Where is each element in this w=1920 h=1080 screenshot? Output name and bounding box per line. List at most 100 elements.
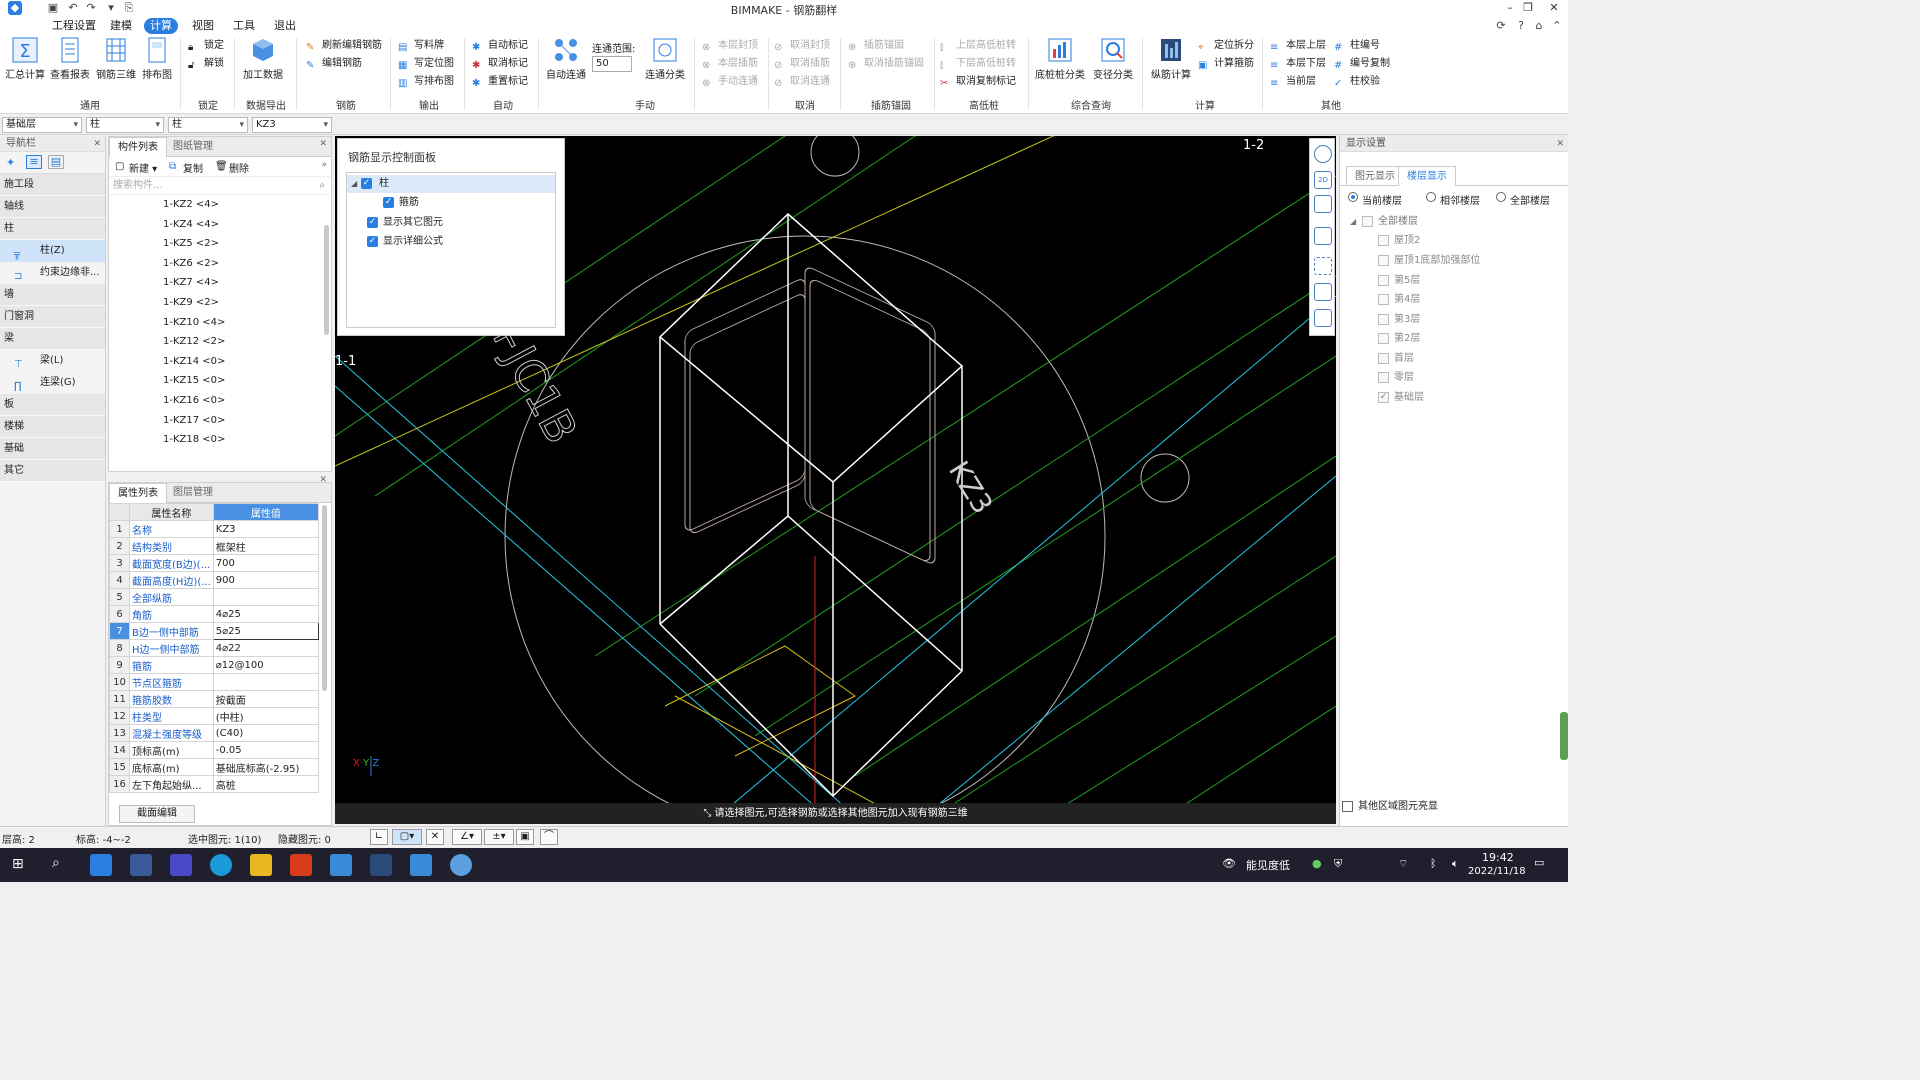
list-item[interactable]: 1-KZ9 <2> xyxy=(109,293,331,313)
menu-tools[interactable]: 工具 xyxy=(227,18,261,34)
nav-cat-other[interactable]: 其它 xyxy=(0,460,105,482)
list-item[interactable]: 1-KZ4 <4> xyxy=(109,215,331,235)
list-item[interactable]: 1-KZ14 <0> xyxy=(109,352,331,372)
nav-cat-column[interactable]: 柱 xyxy=(0,218,105,240)
tree-item-show-other[interactable]: ✓ 显示其它图元 xyxy=(365,214,443,232)
floor-item[interactable]: 首层 xyxy=(1378,353,1414,367)
tab-property-list[interactable]: 属性列表 xyxy=(109,483,167,503)
eye-icon[interactable]: 👁︎ xyxy=(1222,857,1236,870)
component-select[interactable]: KZ3 xyxy=(252,117,332,133)
upper-pile-button[interactable]: ⫾ 上层高低桩转 xyxy=(940,38,1016,54)
nav-cat-wall[interactable]: 墙 xyxy=(0,284,105,306)
table-row[interactable]: 11 箍筋胶数 按截面 xyxy=(109,690,320,708)
cancel-copy-mark-button[interactable]: ✂ 取消复制标记 xyxy=(940,74,1016,90)
expand-icon[interactable]: ◢ xyxy=(351,175,357,193)
checkbox-icon[interactable] xyxy=(1378,333,1389,344)
select-box-icon[interactable]: ▢▾ xyxy=(392,829,422,845)
layout-drawing-button[interactable]: 排布图 xyxy=(140,36,174,84)
reset-mark-button[interactable]: ✱ 重置标记 xyxy=(472,74,528,90)
orbit-icon[interactable] xyxy=(1314,145,1332,163)
nav-cat-slab[interactable]: 板 xyxy=(0,394,105,416)
calc-stirrup-button[interactable]: ▣ 计算箍筋 xyxy=(1198,56,1254,72)
tab-element-display[interactable]: 图元显示 xyxy=(1346,166,1404,186)
diameter-classify-button[interactable]: 变径分类 xyxy=(1090,36,1136,84)
folder-icon[interactable] xyxy=(250,854,272,876)
angle-icon[interactable]: ∠▾ xyxy=(452,829,482,845)
radio-all-floor[interactable]: 全部楼层 xyxy=(1496,192,1550,207)
write-tag-button[interactable]: ▤ 写料牌 xyxy=(398,38,444,54)
column-number-button[interactable]: # 柱编号 xyxy=(1334,38,1380,54)
nav-cat-segment[interactable]: 施工段 xyxy=(0,174,105,196)
checkbox-icon[interactable] xyxy=(1378,353,1389,364)
cancel-cap-button[interactable]: ⊘ 取消封顶 xyxy=(774,38,830,54)
layered-view-icon[interactable] xyxy=(1314,227,1332,245)
search-icon[interactable]: ⌕ xyxy=(52,855,60,871)
checkbox-icon[interactable] xyxy=(1378,255,1389,266)
nav-cat-stair[interactable]: 楼梯 xyxy=(0,416,105,438)
property-scrollbar[interactable] xyxy=(322,505,327,691)
tree-item-column[interactable]: ◢ ✓ 柱 xyxy=(347,175,555,193)
app2-icon[interactable] xyxy=(450,854,472,876)
table-row[interactable]: 14 顶标高(m) -0.05 xyxy=(109,741,320,759)
minimize-button[interactable]: – xyxy=(1500,0,1520,16)
menu-calculate[interactable]: 计算 xyxy=(144,18,178,34)
summary-calc-button[interactable]: Σ 汇总计算 xyxy=(4,36,46,84)
close-button[interactable]: ✕ xyxy=(1544,0,1564,16)
column-check-button[interactable]: ✓ 柱校验 xyxy=(1334,74,1380,90)
bimmake-active-icon[interactable] xyxy=(410,854,432,876)
3d-box-icon[interactable] xyxy=(1314,195,1332,213)
office-icon[interactable] xyxy=(290,854,312,876)
pile-classify-button[interactable]: 底桩桩分类 xyxy=(1032,36,1088,84)
nav-cat-opening[interactable]: 门窗洞 xyxy=(0,306,105,328)
bluetooth-icon[interactable]: ᛒ xyxy=(1430,857,1437,870)
shield-icon[interactable]: ⛨ xyxy=(1334,857,1342,871)
floor-item[interactable]: 第2层 xyxy=(1378,333,1420,347)
checkbox-icon[interactable] xyxy=(1378,275,1389,286)
tab-floor-display[interactable]: 楼层显示 xyxy=(1398,166,1456,186)
auto-mark-button[interactable]: ✱ 自动标记 xyxy=(472,38,528,54)
close-icon[interactable]: ✕ xyxy=(93,136,101,152)
nav-cat-axis[interactable]: 轴线 xyxy=(0,196,105,218)
expand-icon[interactable]: ◢ xyxy=(1350,216,1356,228)
list-item[interactable]: 1-KZ15 <0> xyxy=(109,371,331,391)
zoom-extent-icon[interactable] xyxy=(1314,257,1332,275)
table-row[interactable]: 5 全部纵筋 xyxy=(109,588,320,606)
snap-icon[interactable]: ±▾ xyxy=(484,829,514,845)
volume-icon[interactable]: 🔈︎ xyxy=(1452,857,1459,871)
table-row[interactable]: 3 截面宽度(B边)(... 700 xyxy=(109,554,320,572)
checkbox-checked-icon[interactable]: ✓ xyxy=(367,236,378,247)
checkbox-checked-icon[interactable]: ✓ xyxy=(361,178,372,189)
locate-split-button[interactable]: ⌖ 定位拆分 xyxy=(1198,38,1254,54)
manual-link-button[interactable]: ⊗ 手动连通 xyxy=(702,74,758,90)
floor-cap-button[interactable]: ⊗ 本层封顶 xyxy=(702,38,758,54)
floor-item[interactable]: 第5层 xyxy=(1378,275,1420,289)
floor-item-checked[interactable]: ✓ 基础层 xyxy=(1378,392,1424,406)
app-icon[interactable] xyxy=(170,854,192,876)
note-icon[interactable] xyxy=(1314,309,1332,327)
nav-cat-foundation[interactable]: 基础 xyxy=(0,438,105,460)
list-item[interactable]: 1-KZ2 <4> xyxy=(109,195,331,215)
sync-icon[interactable]: ⟳ xyxy=(1494,19,1508,33)
table-row[interactable]: 8 H边一侧中部筋 4⌀22 xyxy=(109,639,320,657)
nav-cat-beam[interactable]: 梁 xyxy=(0,328,105,350)
floor-down-button[interactable]: ≡ 本层下层 xyxy=(1270,56,1326,72)
highlight-other-toggle[interactable]: 其他区域图元亮显 xyxy=(1342,801,1438,815)
2d-view-icon[interactable]: 2D xyxy=(1314,171,1332,189)
checkbox-checked-icon[interactable]: ✓ xyxy=(367,217,378,228)
process-data-button[interactable]: 加工数据 xyxy=(240,36,286,84)
pin-icon[interactable]: ✦ xyxy=(6,156,15,169)
cancel-dowel-button[interactable]: ⊘ 取消插筋 xyxy=(774,56,830,72)
detail-view-icon[interactable]: ▤ xyxy=(48,155,64,169)
floor-dowel-button[interactable]: ⊗ 本层插筋 xyxy=(702,56,758,72)
more-icon[interactable]: » xyxy=(321,160,327,170)
tree-item-show-formula[interactable]: ✓ 显示详细公式 xyxy=(365,233,443,251)
table-row[interactable]: 4 截面高度(H边)(... 900 xyxy=(109,571,320,589)
collapse-icon[interactable]: ⌃ xyxy=(1550,19,1564,33)
tree-item-stirrup[interactable]: ✓ 箍筋 xyxy=(381,194,419,212)
lock-button[interactable]: 🔒︎ 锁定 xyxy=(188,38,224,54)
menu-modeling[interactable]: 建模 xyxy=(104,18,138,34)
windows-start-icon[interactable]: ⊞ xyxy=(12,856,24,872)
type-select[interactable]: 柱 xyxy=(168,117,248,133)
link-range-input[interactable]: 50 xyxy=(592,56,632,72)
rebar-3d-button[interactable]: 钢筋三维 xyxy=(94,36,138,84)
